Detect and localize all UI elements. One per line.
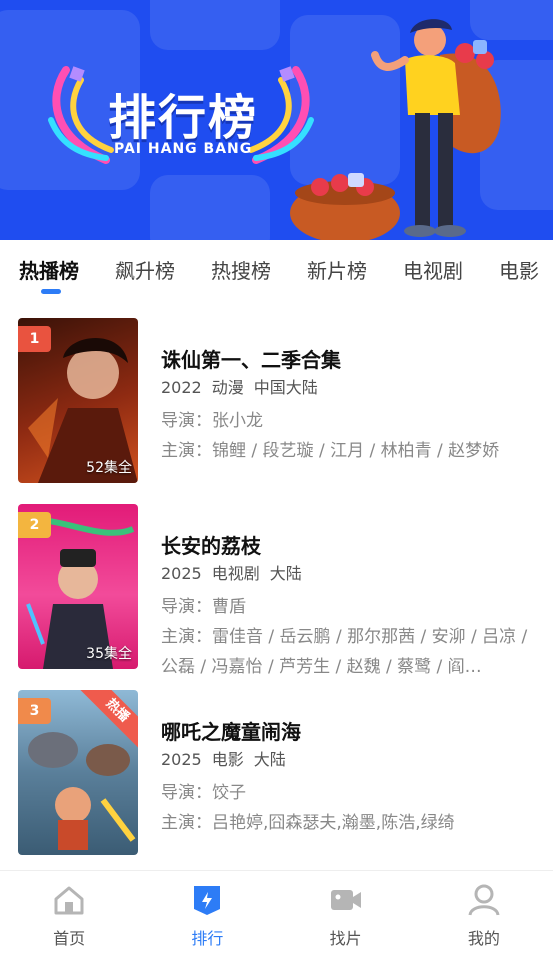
video-camera-icon — [330, 890, 361, 910]
item-cast: 主演：吕艳婷,囧森瑟夫,瀚墨,陈浩,绿绮 — [161, 813, 455, 833]
tab-new-releases[interactable]: 新片榜 — [307, 255, 367, 284]
item-director: 导演：曹盾 — [161, 597, 246, 617]
tab-movies[interactable]: 电影 — [499, 255, 539, 284]
tab-label: 热播榜 — [19, 258, 79, 283]
item-region: 大陆 — [253, 750, 286, 769]
item-genre: 动漫 — [211, 378, 244, 397]
tab-label: 新片榜 — [307, 258, 367, 283]
tab-tv-series[interactable]: 电视剧 — [403, 255, 463, 284]
tab-label: 电视剧 — [403, 258, 463, 283]
banner-subtitle: PAI HANG BANG — [114, 141, 253, 157]
rank-badge: 1 — [18, 326, 51, 352]
item-year: 2022 — [161, 378, 202, 397]
item-year: 2025 — [161, 750, 202, 769]
item-meta: 2025 电影 大陆 — [161, 746, 531, 770]
item-genre: 电影 — [211, 750, 244, 769]
tab-label: 热搜榜 — [211, 258, 271, 283]
item-title[interactable]: 哪吒之魔童闹海 — [161, 716, 531, 744]
item-region: 大陆 — [269, 564, 302, 583]
ranking-list: 1 52集全 诛仙第一、二季合集 2022 动漫 中国大陆 导演：张小龙 主演：锦鲤… — [0, 318, 553, 876]
character-illustration — [290, 19, 501, 240]
poster-image: 2 35集全 — [18, 504, 138, 669]
nav-label: 首页 — [53, 929, 86, 948]
item-cast: 主演：雷佳音 / 岳云鹏 / 那尔那茜 / 安泖 / 吕凉 / 公磊 / 冯嘉怡… — [161, 627, 528, 677]
poster-image: 1 52集全 — [18, 318, 138, 483]
rank-badge: 2 — [18, 512, 51, 538]
nav-label: 找片 — [329, 929, 362, 948]
list-item[interactable]: 3 热播 哪吒之魔童闹海 2025 电影 大陆 导演：饺子 主演：吕艳婷,囧森瑟夫,… — [0, 690, 553, 876]
tab-hot-play[interactable]: 热播榜 — [19, 255, 79, 294]
nav-label: 我的 — [467, 929, 500, 948]
banner-title: 排行榜 — [108, 90, 259, 146]
tab-hot-search[interactable]: 热搜榜 — [211, 255, 271, 284]
user-icon — [468, 884, 500, 916]
item-cast: 主演：锦鲤 / 段艺璇 / 江月 / 林柏青 / 赵梦娇 — [161, 441, 500, 461]
item-director: 导演：张小龙 — [161, 411, 263, 431]
item-meta: 2022 动漫 中国大陆 — [161, 374, 531, 398]
list-item[interactable]: 1 52集全 诛仙第一、二季合集 2022 动漫 中国大陆 导演：张小龙 主演：锦鲤… — [0, 318, 553, 504]
item-genre: 电视剧 — [211, 564, 260, 583]
nav-ranking[interactable]: 排行 — [138, 871, 276, 953]
episode-count: 52集全 — [86, 460, 132, 476]
active-tab-indicator — [41, 288, 61, 294]
nav-home[interactable]: 首页 — [0, 871, 138, 953]
ranking-banner: 排行榜 PAI HANG BANG — [0, 0, 553, 240]
home-icon — [54, 886, 84, 915]
tab-rising[interactable]: 飙升榜 — [115, 255, 175, 284]
nav-find[interactable]: 找片 — [277, 871, 415, 953]
nav-label: 排行 — [191, 929, 224, 948]
bottom-navigation: 首页 排行 找片 我的 — [0, 870, 553, 953]
episode-count: 35集全 — [86, 646, 132, 662]
tab-label: 飙升榜 — [115, 258, 175, 283]
ranking-icon — [194, 886, 221, 915]
item-title[interactable]: 诛仙第一、二季合集 — [161, 344, 531, 372]
item-region: 中国大陆 — [253, 378, 318, 397]
item-director: 导演：饺子 — [161, 783, 246, 803]
list-item[interactable]: 2 35集全 长安的荔枝 2025 电视剧 大陆 导演：曹盾 主演：雷佳音 / 岳云… — [0, 504, 553, 690]
item-title[interactable]: 长安的荔枝 — [161, 530, 531, 558]
category-tabs: 热播榜 飙升榜 热搜榜 新片榜 电视剧 电影 — [0, 240, 553, 298]
item-meta: 2025 电视剧 大陆 — [161, 560, 531, 584]
tab-label: 电影 — [499, 258, 539, 283]
poster-image: 3 热播 — [18, 690, 138, 855]
rank-badge: 3 — [18, 698, 51, 724]
item-year: 2025 — [161, 564, 202, 583]
nav-profile[interactable]: 我的 — [415, 871, 553, 953]
